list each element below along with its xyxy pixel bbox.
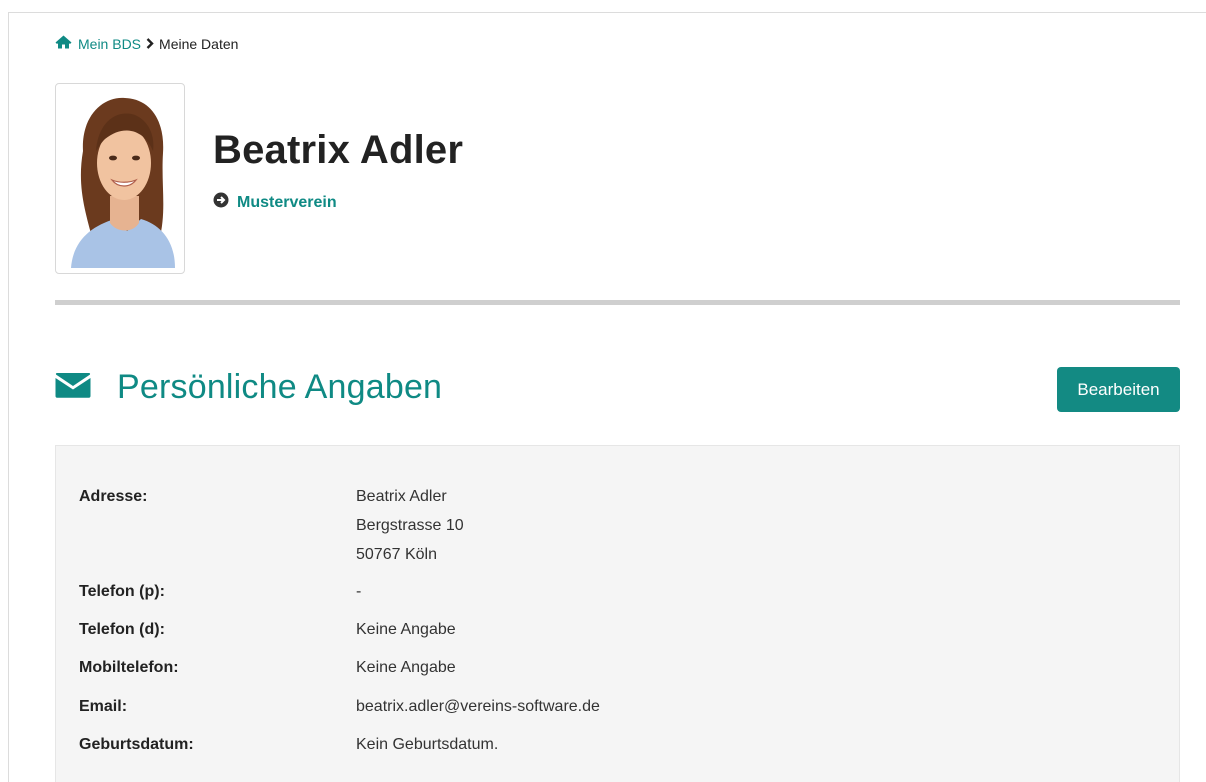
- phone-work-label: Telefon (d):: [79, 621, 165, 638]
- birthdate-label: Geburtsdatum:: [79, 736, 194, 753]
- profile-name: Beatrix Adler: [213, 128, 464, 172]
- edit-button[interactable]: Bearbeiten: [1057, 367, 1180, 412]
- address-line: Beatrix Adler: [356, 488, 447, 505]
- section-title: Persönliche Angaben: [117, 368, 443, 406]
- breadcrumb-home-label: Mein BDS: [78, 35, 142, 52]
- detail-row-email: Email: beatrix.adler@vereins-software.de: [79, 692, 600, 721]
- phone-private-value: -: [356, 583, 362, 600]
- club-link[interactable]: Musterverein: [213, 192, 337, 213]
- divider: [55, 300, 1180, 305]
- profile-photo: [63, 91, 179, 268]
- mobile-label: Mobiltelefon:: [79, 659, 179, 676]
- circle-arrow-right-icon: [213, 192, 229, 213]
- phone-private-label: Telefon (p):: [79, 583, 165, 600]
- mobile-value: Keine Angabe: [356, 659, 456, 676]
- address-line: 50767 Köln: [356, 546, 437, 563]
- envelope-icon: [55, 371, 91, 404]
- chevron-right-icon: [146, 38, 154, 49]
- details-panel: Adresse: Beatrix Adler Bergstrasse 10 50…: [55, 445, 1180, 782]
- club-name: Musterverein: [237, 193, 337, 211]
- address-line: Bergstrasse 10: [356, 517, 464, 534]
- top-border: [8, 12, 1206, 13]
- detail-row-address: Adresse: Beatrix Adler Bergstrasse 10 50…: [79, 482, 464, 569]
- detail-row-phone-private: Telefon (p): -: [79, 577, 361, 606]
- email-label: Email:: [79, 698, 128, 715]
- email-value: beatrix.adler@vereins-software.de: [356, 698, 600, 715]
- section-header: Persönliche Angaben: [55, 368, 442, 407]
- breadcrumb-home-link[interactable]: Mein BDS: [55, 35, 141, 52]
- phone-work-value: Keine Angabe: [356, 621, 456, 638]
- detail-row-phone-work: Telefon (d): Keine Angabe: [79, 615, 456, 644]
- detail-row-birthdate: Geburtsdatum: Kein Geburtsdatum.: [79, 730, 498, 759]
- address-label: Adresse:: [79, 488, 148, 505]
- breadcrumb: Mein BDS Meine Daten: [55, 35, 238, 52]
- detail-row-mobile: Mobiltelefon: Keine Angabe: [79, 653, 456, 682]
- birthdate-value: Kein Geburtsdatum.: [356, 736, 499, 753]
- left-border: [8, 12, 9, 782]
- address-value: Beatrix Adler Bergstrasse 10 50767 Köln: [356, 482, 464, 569]
- breadcrumb-current: Meine Daten: [159, 35, 239, 52]
- avatar: [55, 83, 185, 274]
- home-icon: [55, 35, 72, 52]
